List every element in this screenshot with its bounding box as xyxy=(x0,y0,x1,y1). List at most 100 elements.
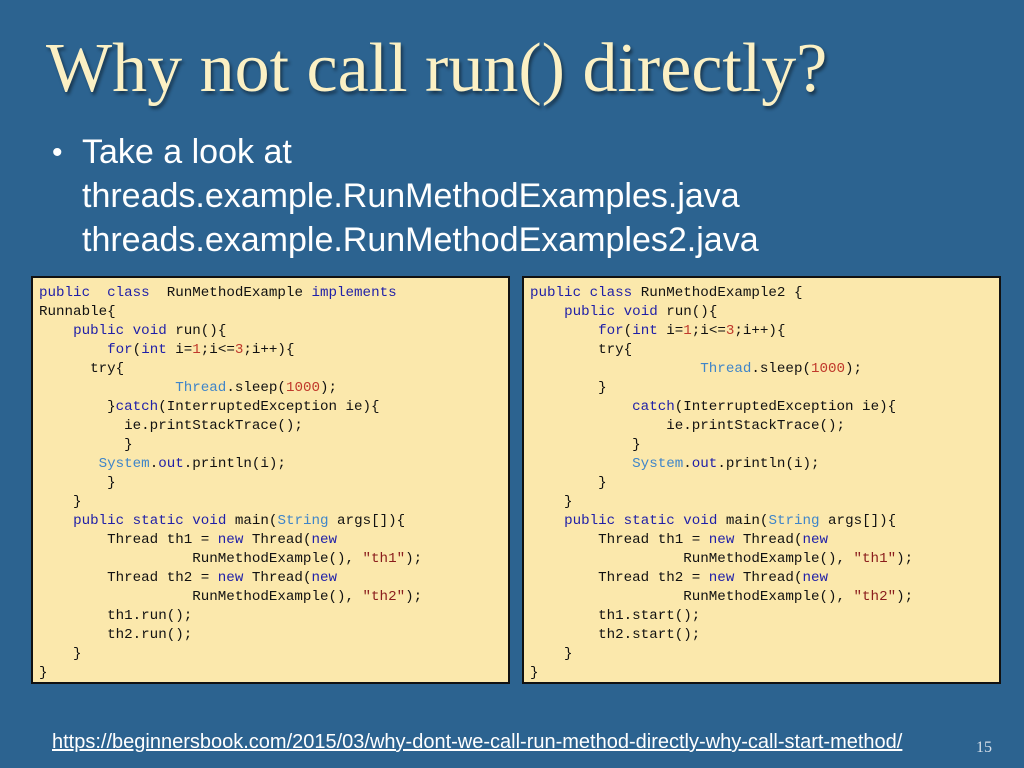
code-line: }catch(InterruptedException ie){ xyxy=(39,399,379,415)
code-token: ;i<= xyxy=(691,323,726,339)
code-token: i= xyxy=(657,323,684,339)
code-token: "th2" xyxy=(362,589,406,605)
code-line: RunMethodExample(), "th2"); xyxy=(39,589,422,605)
bullet-line: Take a look at xyxy=(82,133,292,171)
code-line: Thread.sleep(1000); xyxy=(530,361,862,377)
code-token: for xyxy=(598,323,624,339)
code-line: } xyxy=(530,494,573,510)
code-line: System.out.println(i); xyxy=(530,456,819,472)
code-line: System.out.println(i); xyxy=(39,456,286,472)
code-token: try{ xyxy=(39,361,125,377)
code-line: public void run(){ xyxy=(530,304,717,320)
code-token: } xyxy=(530,437,641,453)
code-line: } xyxy=(530,475,607,491)
bullet-line-file-1: threads.example.RunMethodExamples.java xyxy=(82,177,740,215)
code-token: "th2" xyxy=(853,589,897,605)
code-token: void xyxy=(132,323,167,339)
code-token: new xyxy=(311,570,338,586)
code-token: run(){ xyxy=(166,323,227,339)
code-line: ie.printStackTrace(); xyxy=(530,418,845,434)
code-token: Thread th2 = xyxy=(530,570,709,586)
code-token: void xyxy=(683,513,718,529)
code-token: int xyxy=(141,342,167,358)
bullet-icon: • xyxy=(52,136,63,169)
code-token: Thread( xyxy=(243,532,312,548)
code-token: ); xyxy=(845,361,863,377)
code-line: } xyxy=(39,475,116,491)
code-token: int xyxy=(632,323,658,339)
code-token: Runnable{ xyxy=(39,304,116,320)
code-token: ); xyxy=(405,589,423,605)
code-token: RunMethodExample(), xyxy=(39,589,363,605)
code-token: ); xyxy=(320,380,338,396)
code-line: RunMethodExample(), "th2"); xyxy=(530,589,913,605)
code-token: new xyxy=(708,532,735,548)
code-token: implements xyxy=(311,285,397,301)
code-token: i= xyxy=(166,342,193,358)
code-token: ( xyxy=(132,342,142,358)
code-token: Thread( xyxy=(734,570,803,586)
code-line: } xyxy=(39,494,82,510)
code-token: RunMethodExample2 { xyxy=(632,285,803,301)
code-token: Thread th1 = xyxy=(39,532,218,548)
code-token: } xyxy=(530,475,607,491)
page-number: 15 xyxy=(976,739,992,756)
code-token: main( xyxy=(226,513,278,529)
code-line: } xyxy=(39,646,82,662)
code-token: } xyxy=(39,494,82,510)
code-token: public xyxy=(530,285,582,301)
code-token: String xyxy=(277,513,329,529)
code-token: } xyxy=(530,494,573,510)
code-token: ie.printStackTrace(); xyxy=(530,418,846,434)
code-token: th2.start(); xyxy=(530,627,701,643)
code-line: catch(InterruptedException ie){ xyxy=(530,399,896,415)
code-token: public xyxy=(564,304,616,320)
code-line: } xyxy=(39,437,133,453)
code-token: } xyxy=(530,380,607,396)
code-line: } xyxy=(530,437,641,453)
code-token: "th1" xyxy=(362,551,406,567)
code-token: "th1" xyxy=(853,551,897,567)
code-token: void xyxy=(623,304,658,320)
code-line: Thread.sleep(1000); xyxy=(39,380,337,396)
code-token: out xyxy=(158,456,184,472)
code-line: } xyxy=(530,380,607,396)
code-token: 1 xyxy=(192,342,201,358)
code-token: .sleep( xyxy=(751,361,811,377)
code-token: new xyxy=(708,570,735,586)
code-token: Thread th2 = xyxy=(39,570,218,586)
code-token: new xyxy=(217,570,244,586)
code-line: try{ xyxy=(530,342,632,358)
code-token: RunMethodExample(), xyxy=(39,551,363,567)
source-link[interactable]: https://beginnersbook.com/2015/03/why-do… xyxy=(52,731,902,754)
code-token: 1000 xyxy=(285,380,320,396)
slide-title: Why not call run() directly? xyxy=(46,30,828,107)
code-line: public static void main(String args[]){ xyxy=(530,513,896,529)
code-token: catch xyxy=(115,399,159,415)
code-token: RunMethodExample xyxy=(149,285,312,301)
code-token: new xyxy=(802,532,829,548)
code-line: for(int i=1;i<=3;i++){ xyxy=(530,323,785,339)
code-token: ); xyxy=(896,589,914,605)
code-line: Thread th1 = new Thread(new xyxy=(530,532,828,548)
code-token: public xyxy=(39,285,91,301)
code-token: new xyxy=(217,532,244,548)
code-token: } xyxy=(39,665,48,681)
code-token: void xyxy=(192,513,227,529)
code-token: } xyxy=(530,665,539,681)
